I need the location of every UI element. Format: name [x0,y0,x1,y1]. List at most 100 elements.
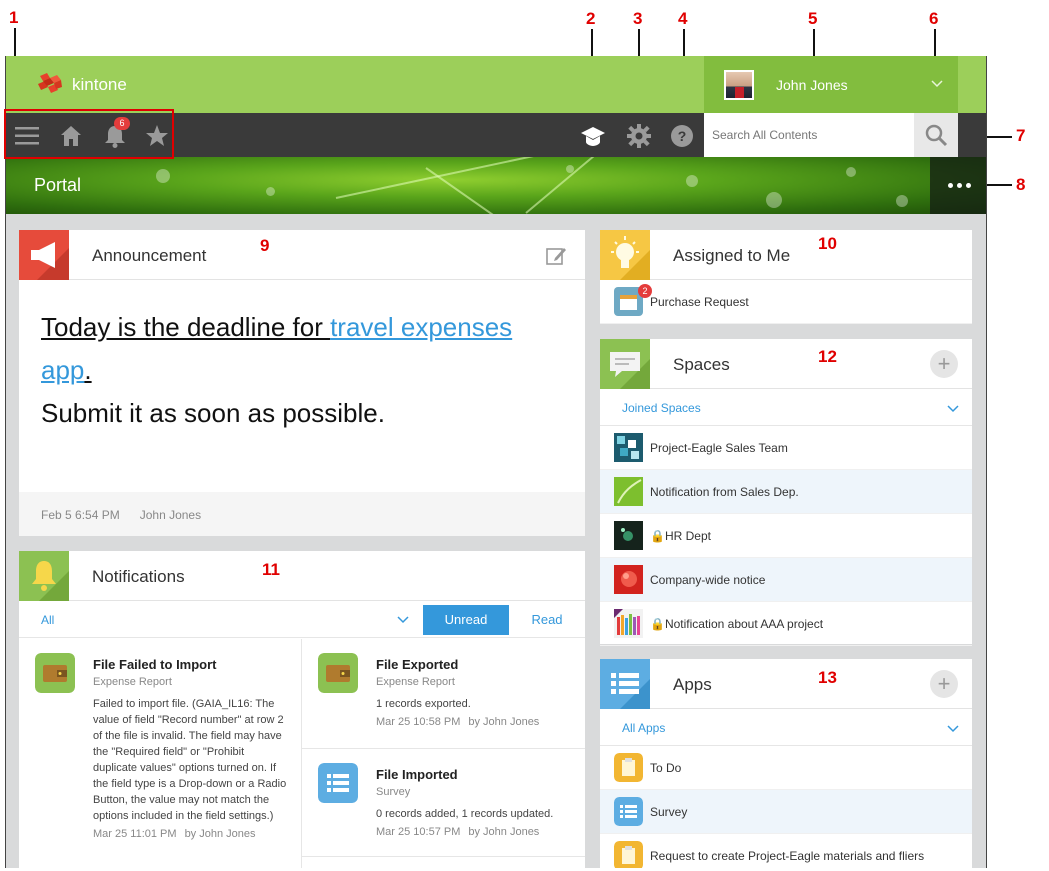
apps-panel: Apps + All Apps To Do Survey Request to … [600,659,972,868]
notification-item[interactable]: File Imported Survey 0 records added, 1 … [302,749,585,857]
announcement-header: Announcement [19,230,585,280]
more-options-button[interactable] [930,157,986,214]
announcement-footer: Feb 5 6:54 PM John Jones [19,492,585,536]
notifications-filter-bar: All Unread Read [19,601,585,638]
list-item[interactable]: 🔒Notification about AAA project [600,602,972,646]
gear-icon[interactable] [626,123,652,149]
apps-header: Apps + [600,659,972,709]
space-thumbnail [614,609,643,638]
user-menu[interactable]: John Jones [704,56,958,113]
chevron-down-icon[interactable] [946,401,960,415]
space-thumbnail [614,477,643,506]
notifications-panel: Notifications All Unread Read File Faile… [19,551,585,868]
list-app-icon [318,763,358,803]
notification-app: Expense Report [376,676,455,688]
list-item[interactable]: 🔒HR Dept [600,514,972,558]
notification-app: Survey [376,786,411,798]
kintone-logo[interactable]: kintone [34,72,127,98]
list-app-icon [614,797,643,826]
megaphone-icon [19,230,69,280]
kintone-portal-window: kintone John Jones ? 6 Search All Conten… [5,56,987,868]
announcement-author[interactable]: John Jones [140,508,201,522]
announcement-text-1: Today is the deadline for [41,312,331,342]
unread-tab[interactable]: Unread [423,605,509,635]
list-item-label: 🔒Notification about AAA project [650,617,824,631]
list-item-label: Survey [650,805,688,819]
list-item[interactable]: 2 Purchase Request [600,280,972,324]
dot-icon [956,183,962,188]
clipboard-icon [614,753,643,782]
space-thumbnail [614,521,643,550]
user-name: John Jones [776,76,848,93]
notification-by: by John Jones [184,828,256,840]
callout-1: 1 [9,8,19,27]
list-item-label: Project-Eagle Sales Team [650,441,788,455]
list-item-label: To Do [650,761,682,775]
apps-filter-bar[interactable]: All Apps [600,709,972,746]
chevron-down-icon[interactable] [946,721,960,735]
notification-meta: Mar 25 10:58 PM by John Jones [376,716,585,728]
search-icon [925,124,948,147]
portal-banner: Portal [6,157,986,214]
callout-8: 8 [1016,175,1026,194]
spaces-filter-select[interactable]: Joined Spaces [622,401,701,415]
notification-meta: Mar 25 11:01 PM by John Jones [93,828,287,840]
space-thumbnail [614,565,643,594]
assigned-to-me-panel: Assigned to Me 2 Purchase Request [600,230,972,324]
notification-meta: Mar 25 10:57 PM by John Jones [376,826,585,838]
apps-filter-select[interactable]: All Apps [622,721,665,735]
logo-text: kintone [72,75,127,94]
notification-item[interactable]: File Exported Expense Report 1 records e… [302,639,585,749]
portal-title: Portal [34,175,82,195]
assigned-header: Assigned to Me [600,230,972,280]
callout-13: 13 [818,668,837,687]
add-space-button[interactable]: + [930,350,958,378]
notification-column-right: File Exported Expense Report 1 records e… [302,639,585,857]
list-item[interactable]: Notification from Sales Dep. [600,470,972,514]
notifications-header: Notifications [19,551,585,601]
notifications-filter-select[interactable]: All [41,613,54,627]
notification-body: 1 records exported. [376,698,471,710]
list-item-label: Company-wide notice [650,573,766,587]
callout-4: 4 [678,9,688,28]
notification-body: Failed to import file. (GAIA_IL16: The v… [93,698,287,822]
wallet-icon [318,653,358,693]
notification-by: by John Jones [468,826,540,838]
announcement-body: Today is the deadline for travel expense… [19,280,585,461]
assigned-title: Assigned to Me [673,246,791,265]
chevron-down-icon[interactable] [930,76,944,90]
add-app-button[interactable]: + [930,670,958,698]
notification-title: File Failed to Import [93,657,217,672]
svg-text:?: ? [678,128,687,144]
list-item[interactable]: Project-Eagle Sales Team [600,426,972,470]
spaces-filter-bar[interactable]: Joined Spaces [600,389,972,426]
announcement-title: Announcement [92,246,207,265]
callout-7: 7 [1016,126,1026,145]
list-item-label: Purchase Request [650,295,749,309]
chevron-down-icon[interactable] [396,612,410,626]
list-item[interactable]: Company-wide notice [600,558,972,602]
notification-date: Mar 25 10:58 PM [376,716,461,728]
search-button[interactable] [914,113,958,157]
spaces-panel: Spaces + Joined Spaces Project-Eagle Sal… [600,339,972,646]
avatar [724,69,754,100]
callout-12: 12 [818,347,837,366]
list-item[interactable]: Request to create Project-Eagle material… [600,834,972,868]
lock-icon: 🔒 [650,617,665,631]
dot-icon [965,183,971,188]
help-icon[interactable]: ? [669,123,695,149]
read-tab[interactable]: Read [509,605,585,635]
list-item-label: 🔒HR Dept [650,529,711,543]
list-app-icon [600,659,650,709]
callout-6: 6 [929,9,939,28]
spaces-header: Spaces + [600,339,972,389]
graduation-cap-icon[interactable] [580,123,606,149]
notifications-title: Notifications [92,567,185,586]
list-item[interactable]: Survey [600,790,972,834]
edit-icon[interactable] [545,245,567,267]
notification-title: File Exported [376,657,459,672]
search-input[interactable] [704,113,914,157]
list-item[interactable]: To Do [600,746,972,790]
wallet-icon [35,653,75,693]
notification-item[interactable]: File Failed to Import Expense Report Fai… [19,639,301,840]
